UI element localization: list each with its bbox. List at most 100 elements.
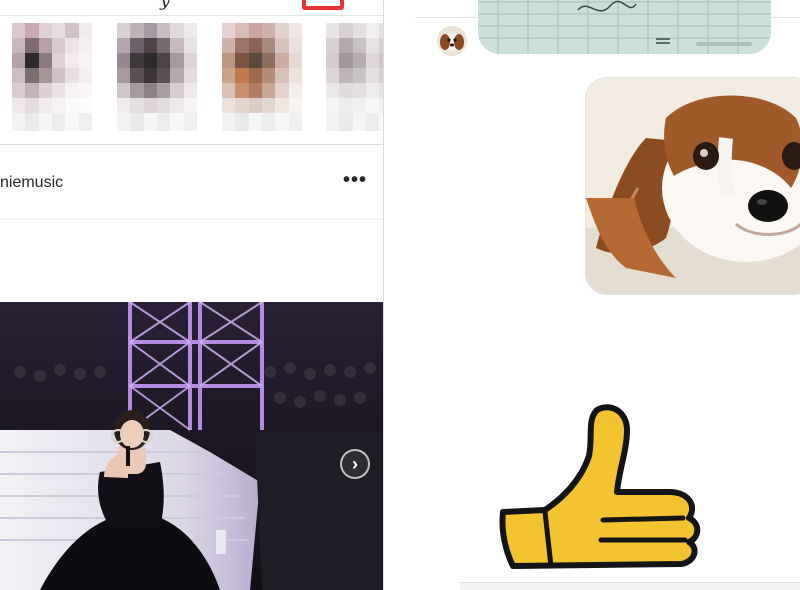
pixel-cell: [352, 98, 366, 113]
pixel-cell: [339, 98, 353, 113]
pixel-cell: [25, 83, 39, 98]
pixel-cell: [222, 68, 236, 83]
pixel-cell: [365, 38, 380, 53]
story-item[interactable]: [222, 23, 302, 131]
chat-panel: [385, 0, 800, 590]
pixel-cell: [183, 23, 197, 38]
story-avatar-pixelated: [326, 23, 383, 113]
pixel-cell: [326, 23, 340, 38]
pixel-cell: [170, 68, 184, 83]
stories-tray: [0, 17, 383, 145]
pixel-cell: [235, 38, 249, 53]
pixel-cell: [365, 23, 380, 38]
pixel-cell: [51, 68, 66, 83]
pixel-cell: [65, 98, 79, 113]
dog-photo: [586, 78, 800, 294]
pixel-cell: [25, 68, 39, 83]
pixel-cell: [326, 53, 340, 68]
pixel-cell: [143, 113, 157, 131]
pixel-cell: [130, 23, 144, 38]
pixel-cell: [379, 83, 383, 98]
pixel-cell: [365, 68, 380, 83]
pixel-cell: [183, 68, 197, 83]
carousel-next-button[interactable]: ›: [340, 449, 370, 479]
pixel-cell: [38, 38, 52, 53]
pixel-cell: [235, 68, 249, 83]
pixel-cell: [117, 68, 131, 83]
pixel-cell: [261, 68, 276, 83]
pixel-cell: [130, 38, 144, 53]
pixel-cell: [38, 68, 52, 83]
more-options-icon[interactable]: •••: [343, 170, 367, 190]
pixel-cell: [51, 83, 66, 98]
pixel-cell: [143, 53, 157, 68]
pixel-cell: [12, 113, 26, 131]
thumbs-up-sticker-icon[interactable]: [493, 400, 703, 570]
screenshot-root: y niemusic ••• ›: [0, 0, 800, 590]
pixel-cell: [261, 83, 276, 98]
pixel-cell: [38, 98, 52, 113]
pixel-cell: [25, 23, 39, 38]
instagram-logo[interactable]: y: [160, 0, 170, 11]
pixel-cell: [222, 53, 236, 68]
sketch-image: [478, 0, 771, 54]
pixel-cell: [235, 53, 249, 68]
pixel-cell: [25, 53, 39, 68]
pixel-cell: [156, 38, 171, 53]
pixel-cell: [156, 23, 171, 38]
pixel-cell: [117, 98, 131, 113]
message-input-bar[interactable]: [460, 582, 800, 590]
pixel-cell: [379, 38, 383, 53]
pixel-cell: [170, 98, 184, 113]
post-photo[interactable]: [0, 302, 383, 590]
pixel-cell: [261, 53, 276, 68]
pixel-cell: [78, 38, 92, 53]
pixel-cell: [156, 83, 171, 98]
pixel-cell: [275, 23, 289, 38]
pixel-cell: [38, 23, 52, 38]
pixel-cell: [78, 83, 92, 98]
sent-image-message[interactable]: [585, 77, 800, 295]
pixel-cell: [183, 83, 197, 98]
story-item[interactable]: [12, 23, 92, 131]
pixel-cell: [65, 38, 79, 53]
pixel-cell: [235, 83, 249, 98]
pixel-cell: [143, 23, 157, 38]
pixel-cell: [261, 23, 276, 38]
story-item[interactable]: [326, 23, 383, 131]
received-image-message[interactable]: [478, 0, 771, 54]
pixel-cell: [352, 23, 366, 38]
pixel-cell: [326, 113, 340, 131]
pixel-cell: [170, 53, 184, 68]
pixel-cell: [326, 38, 340, 53]
story-avatar-pixelated: [222, 23, 302, 113]
pixel-cell: [183, 53, 197, 68]
pixel-cell: [38, 113, 52, 131]
pixel-cell: [222, 38, 236, 53]
story-item[interactable]: [117, 23, 197, 131]
concert-photo: [0, 302, 383, 590]
pixel-cell: [117, 38, 131, 53]
pixel-cell: [365, 53, 380, 68]
pixel-cell: [235, 98, 249, 113]
pixel-cell: [51, 23, 66, 38]
pixel-cell: [275, 98, 289, 113]
pixel-cell: [352, 38, 366, 53]
pixel-cell: [248, 38, 262, 53]
pixel-cell: [65, 83, 79, 98]
pixel-cell: [65, 68, 79, 83]
pixel-cell: [51, 38, 66, 53]
post-username[interactable]: niemusic: [0, 174, 63, 192]
pixel-cell: [38, 83, 52, 98]
pixel-cell: [12, 38, 26, 53]
pixel-cell: [222, 98, 236, 113]
pixel-cell: [261, 38, 276, 53]
pixel-cell: [339, 53, 353, 68]
pixel-cell: [248, 53, 262, 68]
pixel-cell: [78, 113, 92, 131]
sender-avatar[interactable]: [437, 26, 467, 56]
dog-avatar-icon: [437, 26, 467, 56]
pixel-cell: [65, 53, 79, 68]
pixel-cell: [365, 83, 380, 98]
pixel-cell: [379, 23, 383, 38]
